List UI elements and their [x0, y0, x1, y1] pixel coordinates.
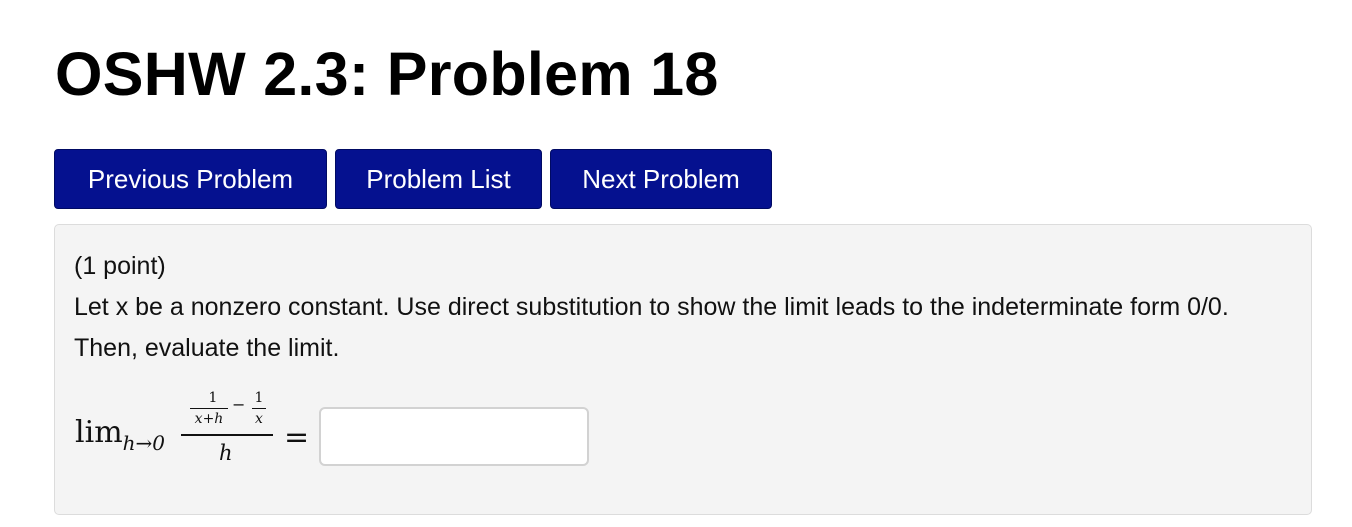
minus-sign: −	[232, 395, 246, 414]
previous-problem-button[interactable]: Previous Problem	[54, 149, 327, 209]
inner-numerator-2: 1	[254, 390, 264, 406]
lim-text: lim	[75, 415, 123, 450]
equals-sign: =	[284, 420, 310, 455]
page-title: OSHW 2.3: Problem 18	[55, 40, 719, 108]
problem-statement: Let x be a nonzero constant. Use direct …	[74, 293, 1229, 362]
inner-fraction-bar-2	[252, 408, 266, 409]
page: OSHW 2.3: Problem 18 Previous Problem Pr…	[0, 0, 1352, 527]
inner-numerator-1: 1	[208, 390, 218, 406]
outer-fraction-bar	[181, 434, 273, 436]
next-problem-button[interactable]: Next Problem	[550, 149, 772, 209]
problem-points: (1 point)	[74, 252, 166, 280]
lim-subscript: h→0	[122, 431, 166, 455]
problem-list-button[interactable]: Problem List	[335, 149, 542, 209]
inner-denominator-2: x	[255, 411, 263, 427]
inner-denominator-1: x+h	[194, 411, 224, 427]
limit-operator: limh→0	[75, 415, 166, 455]
problem-panel: (1 point) Let x be a nonzero constant. U…	[54, 224, 1312, 515]
answer-input[interactable]	[319, 407, 589, 466]
outer-denominator: h	[219, 441, 233, 465]
problem-navigation: Previous Problem Problem List Next Probl…	[54, 149, 772, 209]
inner-fraction-bar-1	[190, 408, 228, 409]
